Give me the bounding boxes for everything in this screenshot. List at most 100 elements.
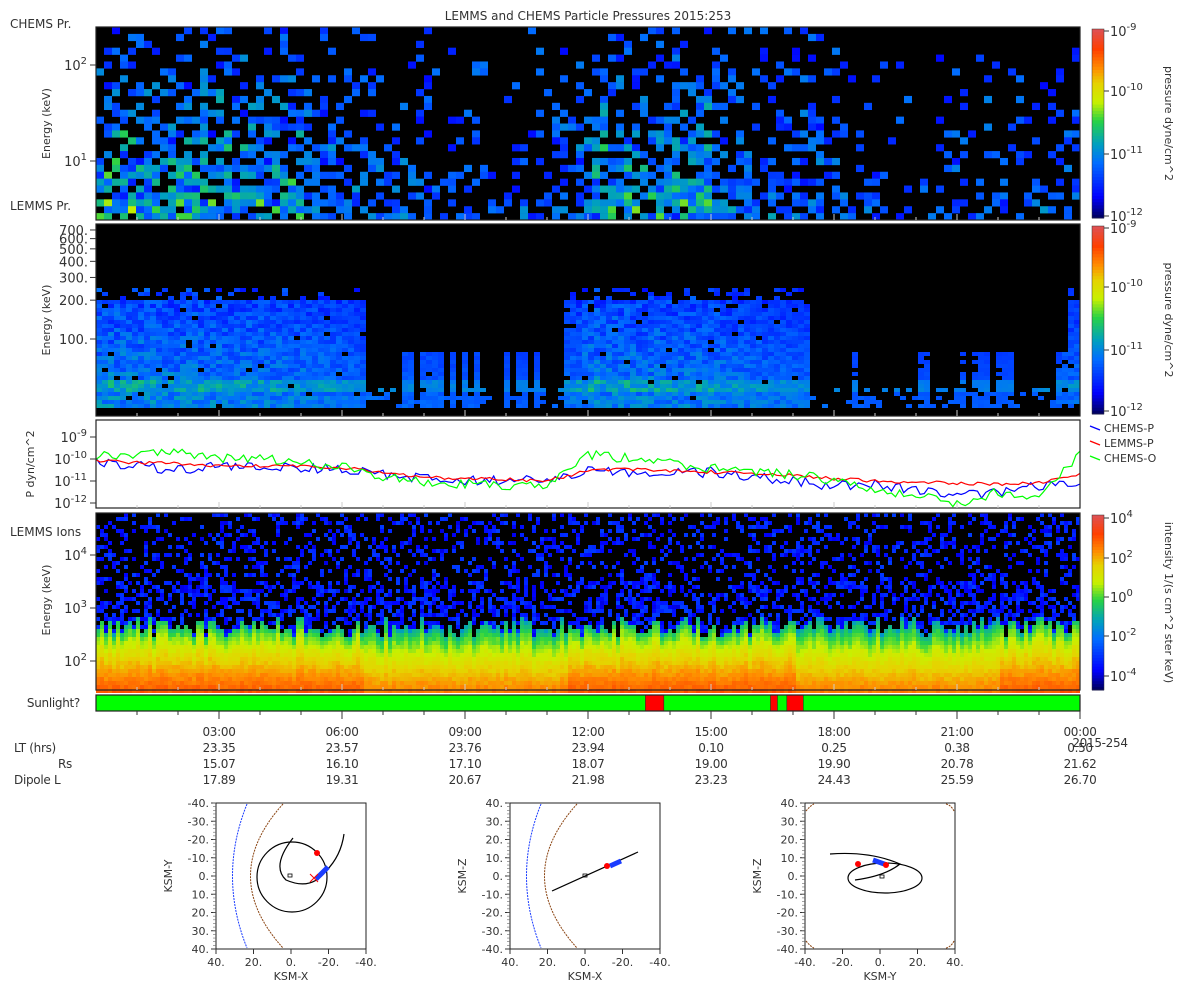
heatmap-cell <box>1032 388 1038 392</box>
heatmap-cell <box>438 368 444 372</box>
heatmap-cell <box>738 348 744 352</box>
heatmap-cell <box>282 336 288 340</box>
heatmap-cell <box>752 68 760 75</box>
heatmap-cell <box>712 68 720 75</box>
heatmap-cell <box>168 158 176 165</box>
heatmap-cell <box>112 641 116 645</box>
heatmap-cell <box>504 356 510 360</box>
heatmap-cell <box>280 124 288 131</box>
colorbar-segment <box>1092 168 1104 172</box>
heatmap-cell <box>162 316 168 320</box>
heatmap-cell <box>564 380 570 384</box>
heatmap-cell <box>660 344 666 348</box>
heatmap-cell <box>570 300 576 304</box>
heatmap-cell <box>124 673 128 677</box>
heatmap-cell <box>462 404 468 408</box>
heatmap-cell <box>264 316 270 320</box>
heatmap-cell <box>184 645 188 649</box>
heatmap-cell <box>654 392 660 396</box>
heatmap-cell <box>744 165 752 172</box>
heatmap-cell <box>808 55 816 62</box>
heatmap-cell <box>114 348 120 352</box>
heatmap-cell <box>852 384 858 388</box>
heatmap-cell <box>540 392 546 396</box>
heatmap-cell <box>976 213 984 220</box>
heatmap-cell <box>156 681 160 685</box>
heatmap-cell <box>160 89 168 96</box>
heatmap-cell <box>168 653 172 657</box>
heatmap-cell <box>168 645 172 649</box>
heatmap-cell <box>328 151 336 158</box>
heatmap-cell <box>588 300 594 304</box>
heatmap-cell <box>240 192 248 199</box>
heatmap-cell <box>204 569 208 573</box>
heatmap-cell <box>954 392 960 396</box>
heatmap-cell <box>144 400 150 404</box>
heatmap-cell <box>240 352 246 356</box>
heatmap-cell <box>360 144 368 151</box>
heatmap-cell <box>222 360 228 364</box>
heatmap-cell <box>792 288 798 292</box>
heatmap-cell <box>654 328 660 332</box>
heatmap-cell <box>270 304 276 308</box>
heatmap-cell <box>132 388 138 392</box>
heatmap-cell <box>762 316 768 320</box>
heatmap-cell <box>152 48 160 55</box>
heatmap-cell <box>132 304 138 308</box>
heatmap-cell <box>392 199 400 206</box>
heatmap-cell <box>172 589 176 593</box>
heatmap-cell <box>720 55 728 62</box>
heatmap-cell <box>212 633 216 637</box>
power-exponent: -11 <box>1127 341 1143 352</box>
heatmap-cell <box>208 130 216 137</box>
heatmap-cell <box>116 585 120 589</box>
heatmap-cell <box>738 392 744 396</box>
heatmap-cell <box>618 288 624 292</box>
heatmap-cell <box>204 324 210 328</box>
colorbar-segment <box>1092 205 1104 209</box>
heatmap-cell <box>712 206 720 213</box>
heatmap-cell <box>960 352 966 356</box>
heatmap-cell <box>156 685 160 689</box>
heatmap-cell <box>120 669 124 673</box>
heatmap-cell <box>240 388 246 392</box>
heatmap-cell <box>234 372 240 376</box>
heatmap-cell <box>408 61 416 68</box>
heatmap-cell <box>192 601 196 605</box>
heatmap-cell <box>1002 396 1008 400</box>
heatmap-cell <box>220 541 224 545</box>
heatmap-cell <box>184 82 192 89</box>
heatmap-cell <box>654 372 660 376</box>
heatmap-cell <box>1048 151 1056 158</box>
heatmap-cell <box>200 165 208 172</box>
heatmap-cell <box>246 364 252 368</box>
heatmap-cell <box>608 192 616 199</box>
heatmap-cell <box>630 304 636 308</box>
heatmap-cell <box>680 82 688 89</box>
heatmap-cell <box>198 360 204 364</box>
heatmap-cell <box>504 396 510 400</box>
heatmap-cell <box>696 75 704 82</box>
heatmap-cell <box>246 336 252 340</box>
heatmap-cell <box>786 392 792 396</box>
heatmap-cell <box>768 392 774 396</box>
heatmap-cell <box>336 300 342 304</box>
heatmap-cell <box>630 344 636 348</box>
heatmap-cell <box>152 641 156 645</box>
heatmap-cell <box>354 360 360 364</box>
heatmap-cell <box>300 320 306 324</box>
heatmap-cell <box>594 388 600 392</box>
heatmap-cell <box>120 380 126 384</box>
heatmap-cell <box>588 384 594 388</box>
heatmap-cell <box>1074 372 1080 376</box>
heatmap-cell <box>654 360 660 364</box>
heatmap-cell <box>120 312 126 316</box>
heatmap-cell <box>156 537 160 541</box>
heatmap-cell <box>96 344 102 348</box>
heatmap-cell <box>1008 392 1014 396</box>
heatmap-cell <box>176 103 184 110</box>
heatmap-cell <box>132 641 136 645</box>
heatmap-cell <box>594 372 600 376</box>
heatmap-cell <box>180 332 186 336</box>
heatmap-cell <box>756 376 762 380</box>
